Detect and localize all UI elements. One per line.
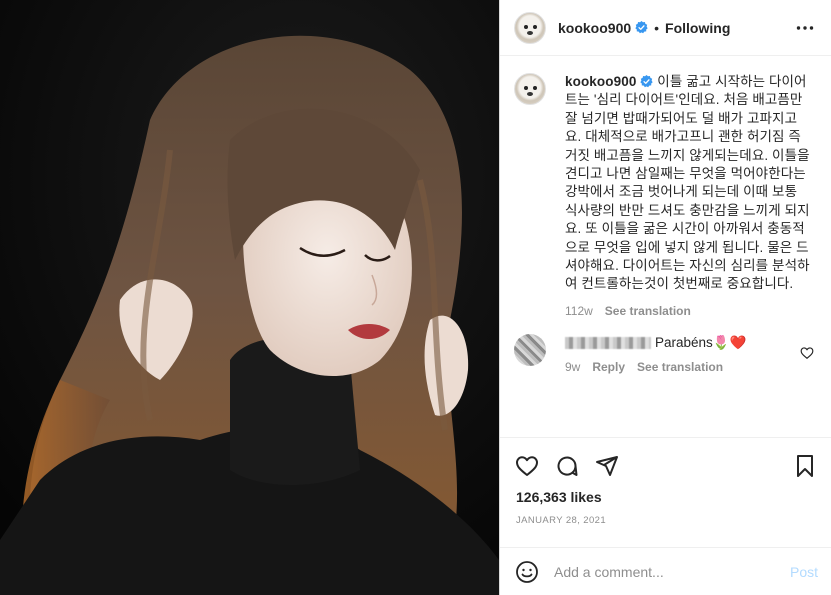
post-actions-bar: [500, 437, 831, 483]
caption-text: 이틀 굶고 시작하는 다이어트는 '심리 다이어트'인데요. 처음 배고픔만 잘…: [565, 74, 810, 292]
add-comment-bar: Post: [500, 547, 831, 595]
heart-icon[interactable]: [514, 453, 540, 479]
caption-meta: 112w See translation: [565, 304, 813, 318]
comment-icon[interactable]: [554, 453, 580, 479]
caption-age[interactable]: 112w: [565, 304, 593, 318]
commenter-username-redacted[interactable]: [565, 336, 651, 349]
verified-badge-icon: [640, 75, 654, 88]
post-caption: kookoo900 이틀 굶고 시작하는 다이어트는 '심리 다이어트'인데요.…: [514, 73, 818, 318]
following-button[interactable]: Following: [665, 20, 730, 36]
post-date: JANUARY 28, 2021: [516, 515, 607, 526]
caption-text-block: kookoo900 이틀 굶고 시작하는 다이어트는 '심리 다이어트'인데요.…: [565, 73, 813, 294]
more-options-icon[interactable]: [794, 17, 816, 39]
comment-reply-button[interactable]: Reply: [592, 360, 625, 374]
commenter-avatar[interactable]: [514, 333, 546, 366]
comment-text: Parabéns🌷❤️: [655, 334, 747, 350]
emoji-icon[interactable]: [514, 559, 540, 585]
post-details-panel: kookoo900 • Following kookoo900 이틀 굶고 시작…: [499, 0, 831, 595]
likes-count[interactable]: 126,363 likes: [516, 489, 602, 505]
comment-age[interactable]: 9w: [565, 360, 580, 374]
comment-see-translation[interactable]: See translation: [637, 360, 723, 374]
bookmark-icon[interactable]: [792, 453, 818, 479]
post-photo-image: [0, 0, 499, 595]
comments-section[interactable]: kookoo900 이틀 굶고 시작하는 다이어트는 '심리 다이어트'인데요.…: [500, 57, 831, 437]
post-header: kookoo900 • Following: [500, 0, 831, 56]
verified-badge-icon: [635, 21, 648, 34]
post-photo[interactable]: [0, 0, 499, 595]
post-comment-button[interactable]: Post: [790, 564, 818, 580]
comment-input[interactable]: [554, 563, 790, 580]
comment-meta: 9w Reply See translation: [565, 360, 795, 374]
author-avatar[interactable]: [514, 11, 546, 44]
caption-author-avatar[interactable]: [514, 73, 546, 105]
share-icon[interactable]: [594, 453, 620, 479]
comment-item: Parabéns🌷❤️ 9w Reply See translation: [514, 333, 818, 374]
caption-see-translation[interactable]: See translation: [605, 304, 691, 318]
caption-username[interactable]: kookoo900: [565, 74, 636, 89]
comment-like-heart-icon[interactable]: [800, 346, 814, 360]
header-separator: •: [654, 19, 660, 36]
author-username[interactable]: kookoo900: [558, 20, 631, 36]
